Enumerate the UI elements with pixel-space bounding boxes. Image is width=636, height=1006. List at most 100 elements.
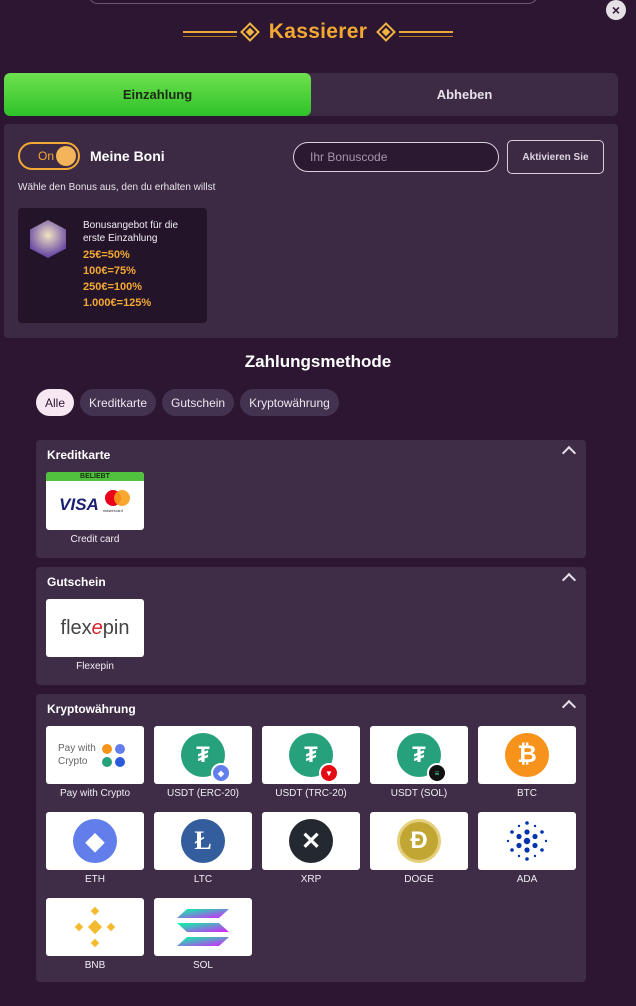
- tile-caption: LTC: [193, 874, 213, 885]
- ada-icon: [478, 812, 576, 870]
- solana-coin-icon: [177, 909, 229, 946]
- group-kryptowaehrung: Kryptowährung Pay with Crypto Pay with C…: [36, 694, 586, 982]
- chevron-up-icon[interactable]: [561, 445, 577, 461]
- payment-tile-btc[interactable]: ₿ BTC: [478, 726, 576, 812]
- payment-tile-eth[interactable]: ◆ ETH: [46, 812, 144, 898]
- filter-kryptowaehrung[interactable]: Kryptowährung: [240, 389, 339, 416]
- tile-caption: Pay with Crypto: [59, 788, 131, 799]
- payment-tile-xrp[interactable]: ✕ XRP: [262, 812, 360, 898]
- tab-abheben[interactable]: Abheben: [311, 73, 618, 116]
- tile-list: BELIEBT VISA mastercard Credit card: [46, 472, 586, 558]
- mastercard-wordmark: mastercard: [102, 508, 123, 513]
- payment-tile-ada[interactable]: ADA: [478, 812, 576, 898]
- tile-caption: ADA: [516, 874, 538, 885]
- tile-caption: DOGE: [404, 874, 434, 885]
- tile-caption: BTC: [517, 788, 537, 799]
- binance-coin-icon: [74, 906, 116, 948]
- offer-tier: 250€=100%: [83, 281, 143, 293]
- payment-filters: Alle Kreditkarte Gutschein Kryptowährung: [36, 389, 339, 416]
- eth-badge-icon: ◆: [211, 763, 231, 783]
- offer-tier: 1.000€=125%: [83, 297, 152, 309]
- tile-caption: USDT (SOL): [390, 788, 448, 799]
- payment-tile-usdt-trc20[interactable]: ₮ ▼ USDT (TRC-20): [262, 726, 360, 812]
- chevron-up-icon[interactable]: [561, 572, 577, 588]
- toggle-label: On: [38, 149, 55, 163]
- bonus-toggle[interactable]: On: [18, 142, 80, 170]
- ornament-diamond-right-icon: [376, 22, 397, 42]
- tile-caption: ETH: [85, 874, 105, 885]
- flexepin-logo-part: e: [91, 616, 103, 639]
- usdt-trc20-icon: ₮ ▼: [262, 726, 360, 784]
- bonus-offer-card[interactable]: Bonusangebot für die erste Einzahlung 25…: [18, 208, 207, 323]
- cardano-coin-icon: [506, 821, 548, 861]
- payment-tile-ltc[interactable]: Ł LTC: [154, 812, 252, 898]
- page-header: Kassierer: [0, 18, 636, 46]
- payment-tile-credit-card[interactable]: BELIEBT VISA mastercard Credit card: [46, 472, 144, 558]
- xrp-icon: ✕: [262, 812, 360, 870]
- top-bar-edge: [88, 0, 538, 4]
- payment-tile-flexepin[interactable]: flex e pin Flexepin: [46, 599, 144, 685]
- my-bonuses-heading: Meine Boni: [90, 148, 165, 164]
- tron-badge-icon: ▼: [319, 763, 339, 783]
- tile-list: Pay with Crypto Pay with Crypto ₮ ◆ USDT…: [46, 726, 586, 984]
- close-icon[interactable]: ×: [606, 0, 626, 20]
- tether-coin-icon: ₮ ≡: [397, 733, 447, 783]
- tile-caption: Flexepin: [76, 661, 114, 672]
- filter-kreditkarte[interactable]: Kreditkarte: [80, 389, 157, 416]
- visa-mastercard-icon: BELIEBT VISA mastercard: [46, 472, 144, 530]
- tile-caption: USDT (TRC-20): [275, 788, 347, 799]
- ornament-diamond-left-icon: [239, 22, 260, 42]
- ethereum-coin-icon: ◆: [73, 819, 117, 863]
- payment-tile-sol[interactable]: SOL: [154, 898, 252, 984]
- payment-tile-bnb[interactable]: BNB: [46, 898, 144, 984]
- page-title: Kassierer: [268, 20, 368, 43]
- filter-alle[interactable]: Alle: [36, 389, 75, 416]
- bonus-instruction: Wähle den Bonus aus, den du erhalten wil…: [18, 182, 216, 193]
- sol-badge-icon: ≡: [427, 763, 447, 783]
- eth-icon: ◆: [46, 812, 144, 870]
- flexepin-logo-part: pin: [102, 616, 130, 639]
- chevron-up-icon[interactable]: [561, 699, 577, 715]
- tile-list: flex e pin Flexepin: [46, 599, 586, 685]
- tile-caption: Credit card: [70, 534, 120, 545]
- bonus-code-input[interactable]: [293, 142, 499, 172]
- activate-button[interactable]: Aktivieren Sie: [507, 140, 604, 174]
- pwc-line-1: Pay with: [58, 743, 96, 754]
- offer-title: Bonusangebot für die erste Einzahlung: [83, 220, 179, 244]
- ltc-icon: Ł: [154, 812, 252, 870]
- filter-gutschein[interactable]: Gutschein: [162, 389, 235, 416]
- bitcoin-coin-icon: ₿: [505, 733, 549, 777]
- sol-icon: [154, 898, 252, 956]
- btc-icon: ₿: [478, 726, 576, 784]
- bonus-panel: On Meine Boni Wähle den Bonus aus, den d…: [4, 124, 618, 338]
- group-heading: Gutschein: [47, 575, 106, 589]
- payment-method-title: Zahlungsmethode: [244, 352, 392, 371]
- tile-caption: SOL: [192, 960, 213, 971]
- tether-coin-icon: ₮ ◆: [181, 733, 231, 783]
- tile-caption: USDT (ERC-20): [166, 788, 240, 799]
- xrp-coin-icon: ✕: [289, 819, 333, 863]
- pay-with-crypto-icon: Pay with Crypto: [46, 726, 144, 784]
- cashier-tabs: Einzahlung Abheben: [4, 73, 618, 116]
- tether-coin-icon: ₮ ▼: [289, 733, 339, 783]
- popular-badge: BELIEBT: [46, 472, 144, 481]
- group-gutschein: Gutschein flex e pin Flexepin: [36, 567, 586, 685]
- group-kreditkarte: Kreditkarte BELIEBT VISA mastercard Cred…: [36, 440, 586, 558]
- payment-tile-usdt-sol[interactable]: ₮ ≡ USDT (SOL): [370, 726, 468, 812]
- toggle-knob: [56, 146, 76, 166]
- payment-tile-doge[interactable]: Ð DOGE: [370, 812, 468, 898]
- usdt-sol-icon: ₮ ≡: [370, 726, 468, 784]
- payment-tile-pay-with-crypto[interactable]: Pay with Crypto Pay with Crypto: [46, 726, 144, 812]
- tile-caption: XRP: [300, 874, 322, 885]
- group-heading: Kryptowährung: [47, 702, 136, 716]
- payment-tile-usdt-erc20[interactable]: ₮ ◆ USDT (ERC-20): [154, 726, 252, 812]
- flexepin-logo-part: flex: [60, 616, 92, 639]
- visa-logo: VISA: [59, 495, 99, 514]
- tab-einzahlung[interactable]: Einzahlung: [4, 73, 311, 116]
- ornament-line-right: [399, 31, 454, 37]
- mini-coins-icon: [101, 743, 125, 767]
- rhino-avatar-icon: [30, 220, 66, 258]
- ornament-line-left: [182, 31, 237, 37]
- offer-tier: 25€=50%: [83, 249, 130, 261]
- offer-tier: 100€=75%: [83, 265, 136, 277]
